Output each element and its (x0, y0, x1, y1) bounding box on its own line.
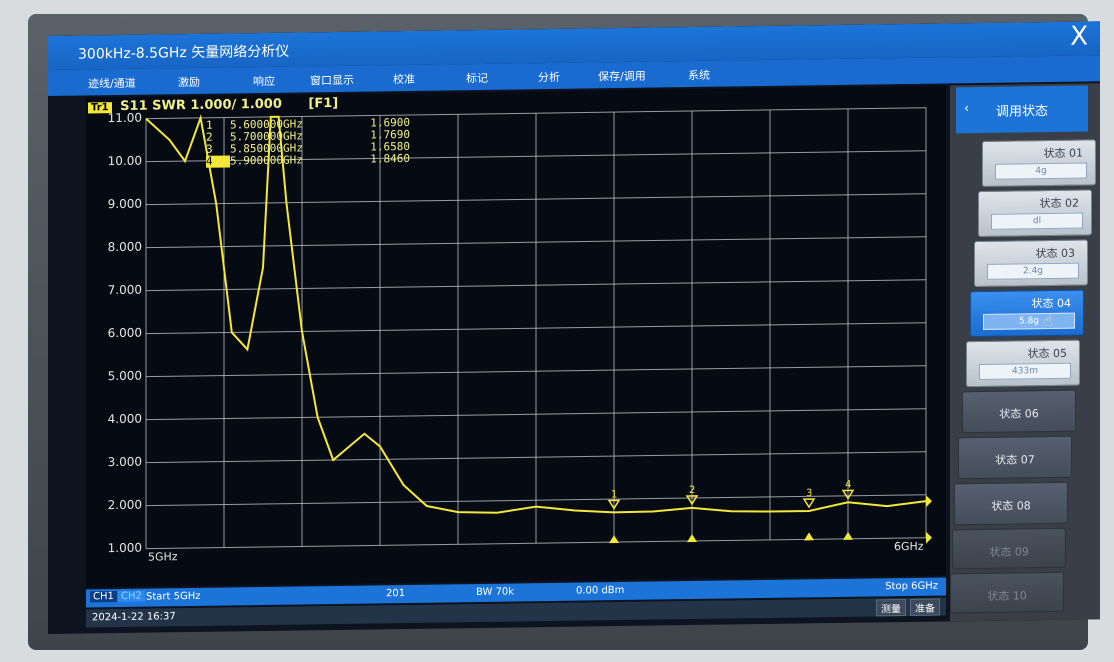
menu-display[interactable]: 窗口显示 (310, 72, 354, 89)
panel-title: 调用状态 (996, 104, 1049, 120)
plot-area[interactable]: Tr1 S11 SWR 1.000/ 1.000 [F1] 11.00 10.00… (86, 85, 946, 588)
chevron-left-icon[interactable]: ‹ (964, 101, 969, 116)
menu-save-recall[interactable]: 保存/调用 (598, 68, 646, 85)
state-05-button[interactable]: 状态 05 433m (966, 339, 1080, 388)
x-start-label: 5GHz (148, 550, 178, 563)
state-value: 4g (995, 162, 1087, 180)
state-label: 状态 10 (987, 589, 1027, 603)
state-01-button[interactable]: 状态 01 4g (982, 139, 1096, 187)
recall-state-panel: ‹ 调用状态 状态 01 4g 状态 02 dl 状态 03 2.4g 状态 0… (950, 83, 1100, 622)
analyzer-screen: 300kHz-8.5GHz 矢量网络分析仪 X 迹线/通道 激励 响应 窗口显示… (48, 21, 1100, 634)
reference-pointer (926, 495, 932, 508)
marker-value: 1.8460 (370, 151, 410, 166)
if-bandwidth[interactable]: BW 70k (476, 586, 514, 598)
marker-freq: 5.900000GHz (230, 153, 303, 168)
stop-frequency[interactable]: Stop 6GHz (885, 581, 938, 593)
menu-calibration[interactable]: 校准 (393, 71, 415, 87)
marker-triangle (802, 498, 816, 509)
state-label: 状态 05 (1027, 346, 1068, 361)
state-04-button[interactable]: 状态 04 5.8g ☝ (970, 289, 1084, 338)
marker-baseline-triangle (843, 531, 853, 540)
state-09-button[interactable]: 状态 09 (952, 527, 1066, 570)
state-10-button[interactable]: 状态 10 (950, 571, 1064, 614)
state-label: 状态 07 (995, 453, 1035, 467)
window-title: 300kHz-8.5GHz 矢量网络分析仪 (78, 43, 290, 63)
state-label: 状态 09 (989, 545, 1029, 559)
state-08-button[interactable]: 状态 08 (954, 481, 1068, 526)
state-02-button[interactable]: 状态 02 dl (978, 189, 1092, 238)
state-07-button[interactable]: 状态 07 (958, 435, 1072, 480)
state-value: dl (991, 212, 1083, 230)
menu-stimulus[interactable]: 激励 (178, 74, 200, 90)
state-03-button[interactable]: 状态 03 2.4g (974, 239, 1088, 288)
marker-number: 1 (611, 489, 617, 500)
marker-id: 4 (206, 155, 230, 168)
marker-table: 1 5.600000GHz 1.6900 2 5.700000GHz 1.7690 35… (206, 116, 410, 168)
channel-2-tab[interactable]: CH2 (118, 590, 145, 603)
hand-cursor-icon: ☝ (1043, 310, 1053, 331)
close-icon[interactable]: X (1070, 21, 1088, 51)
start-frequency[interactable]: Start 5GHz (146, 591, 201, 603)
state-label: 状态 04 (1031, 296, 1072, 311)
menu-analysis[interactable]: 分析 (538, 69, 560, 85)
measure-button[interactable]: 测量 (876, 599, 906, 617)
state-label: 状态 06 (999, 407, 1039, 421)
marker-baseline-triangle (609, 535, 619, 544)
state-label: 状态 01 (1043, 146, 1084, 161)
menu-marker[interactable]: 标记 (466, 70, 488, 86)
menu-trace-channel[interactable]: 迹线/通道 (88, 75, 136, 92)
marker-number: 3 (806, 488, 812, 499)
marker-number: 2 (689, 485, 695, 496)
state-label: 状态 08 (991, 499, 1031, 513)
datetime: 2024-1-22 16:37 (92, 611, 176, 624)
channel-1-tab[interactable]: CH1 (90, 591, 117, 603)
sweep-points[interactable]: 201 (386, 588, 405, 599)
marker-number: 4 (845, 479, 851, 490)
state-label: 状态 02 (1039, 196, 1080, 211)
state-06-button[interactable]: 状态 06 (962, 389, 1076, 434)
state-value: 2.4g (987, 262, 1079, 280)
marker-baseline-triangle (804, 532, 814, 541)
axis-end-pointer (926, 531, 932, 544)
source-power[interactable]: 0.00 dBm (576, 585, 624, 597)
x-stop-label: 6GHz (894, 540, 924, 553)
state-label: 状态 03 (1035, 246, 1076, 261)
marker-baseline-triangle (687, 534, 697, 543)
state-value: 433m (979, 362, 1071, 380)
menu-system[interactable]: 系统 (688, 67, 710, 83)
panel-header[interactable]: ‹ 调用状态 (956, 85, 1088, 134)
ready-button[interactable]: 准备 (910, 598, 940, 616)
menu-response[interactable]: 响应 (253, 73, 275, 89)
state-value: 5.8g (983, 312, 1075, 330)
